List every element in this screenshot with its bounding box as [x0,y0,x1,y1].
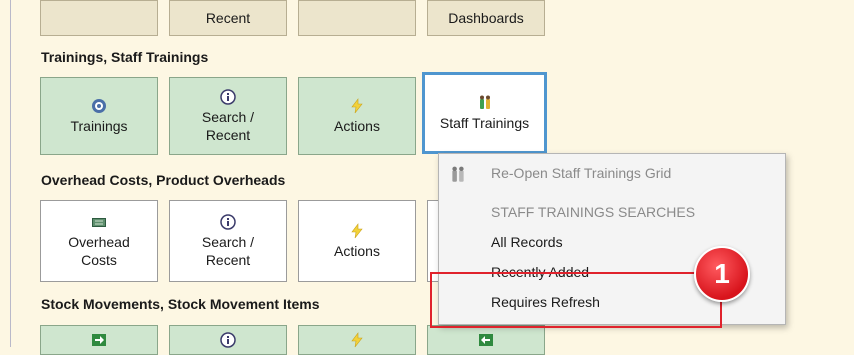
lightning-icon [349,332,365,348]
overheads-actions-tile[interactable]: Actions [298,200,416,282]
trainings-tile[interactable]: Trainings [40,77,158,155]
people-icon [477,95,493,111]
overheads-search-label-2: Recent [205,251,251,268]
lightning-icon [349,222,365,239]
staff-trainings-label: Staff Trainings [439,114,530,131]
section-title-stock: Stock Movements, Stock Movement Items [41,296,320,312]
top-tile-recent[interactable]: Recent [169,0,287,36]
overhead-costs-label-2: Costs [81,251,117,268]
trainings-actions-tile[interactable]: Actions [298,77,416,155]
top-tile-recent-label: Recent [205,10,251,26]
trainings-search-tile[interactable]: Search / Recent [169,77,287,155]
menu-item-all-records[interactable]: All Records [491,234,563,250]
section-title-trainings: Trainings, Staff Trainings [41,49,209,65]
people-gray-icon [449,166,467,187]
menu-section-header: STAFF TRAININGS SEARCHES [491,204,696,220]
overheads-search-label-1: Search / [201,233,255,250]
info-icon [220,88,236,105]
section-title-overheads: Overhead Costs, Product Overheads [41,172,286,188]
annotation-badge: 1 [694,246,750,302]
top-tile-3[interactable] [298,0,416,36]
menu-item-reopen[interactable]: Re-Open Staff Trainings Grid [491,165,671,181]
trainings-actions-label: Actions [334,117,380,134]
arrow-right-icon [91,332,107,348]
stock-tile-4[interactable] [427,325,545,355]
left-divider [10,0,11,347]
stock-tile-1[interactable] [40,325,158,355]
stock-tile-2[interactable] [169,325,287,355]
info-icon [220,332,236,348]
overheads-actions-label: Actions [334,242,380,259]
globe-icon [91,98,107,114]
overhead-costs-label-1: Overhead [68,233,130,250]
staff-trainings-tile[interactable]: Staff Trainings [422,72,547,154]
annotation-highlight-box [430,272,722,328]
overheads-search-tile[interactable]: Search / Recent [169,200,287,282]
money-icon [91,214,107,230]
top-tile-dashboards-label: Dashboards [448,10,524,26]
trainings-search-label-2: Recent [205,126,251,143]
lightning-icon [349,97,365,114]
trainings-search-label-1: Search / [201,108,255,125]
overhead-costs-tile[interactable]: Overhead Costs [40,200,158,282]
left-rail [0,0,10,347]
info-icon [220,213,236,230]
trainings-tile-label: Trainings [70,117,128,134]
top-tile-dashboards[interactable]: Dashboards [427,0,545,36]
stock-tile-3[interactable] [298,325,416,355]
arrow-left-icon [478,332,494,348]
top-tile-1[interactable] [40,0,158,36]
